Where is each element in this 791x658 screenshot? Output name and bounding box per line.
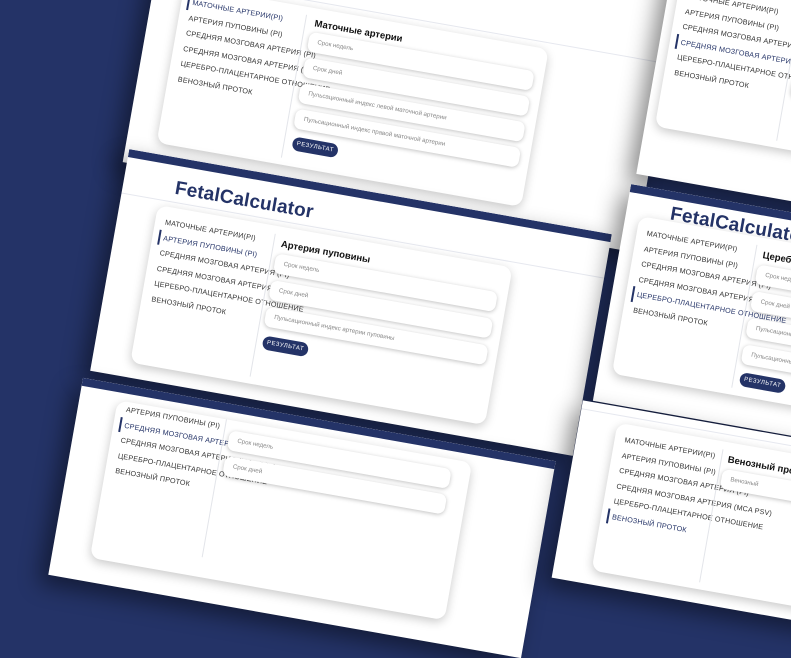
calculator-card: МАТОЧНЫЕ АРТЕРИИ(PI) АРТЕРИЯ ПУПОВИНЫ (P… xyxy=(611,216,791,426)
result-button[interactable]: РЕЗУЛЬТАТ xyxy=(738,372,787,394)
screen: { "app": { "brand": "FetalCalculator", "… xyxy=(0,0,791,658)
result-button[interactable]: РЕЗУЛЬТАТ xyxy=(291,136,340,159)
calculator-card: МАТОЧНЫЕ АРТЕРИИ(PI) АРТЕРИЯ ПУПОВИНЫ (P… xyxy=(591,422,791,623)
sidebar-menu: МАТОЧНЫЕ АРТЕРИИ(PI) АРТЕРИЯ ПУПОВИНЫ (P… xyxy=(669,0,791,107)
calculator-card: МАТОЧНЫЕ АРТЕРИИ(PI) АРТЕРИЯ ПУПОВИНЫ (P… xyxy=(654,0,791,179)
page-venous: МАТОЧНЫЕ АРТЕРИИ(PI) АРТЕРИЯ ПУПОВИНЫ (P… xyxy=(551,400,791,630)
calculator-card: МАТОЧНЫЕ АРТЕРИИ(PI) АРТЕРИЯ ПУПОВИНЫ (P… xyxy=(130,205,513,426)
calculator-card: АРТЕРИЯ ПУПОВИНЫ (PI) СРЕДНЯЯ МОЗГОВАЯ А… xyxy=(89,400,473,621)
result-button[interactable]: РЕЗУЛЬТАТ xyxy=(261,335,310,358)
